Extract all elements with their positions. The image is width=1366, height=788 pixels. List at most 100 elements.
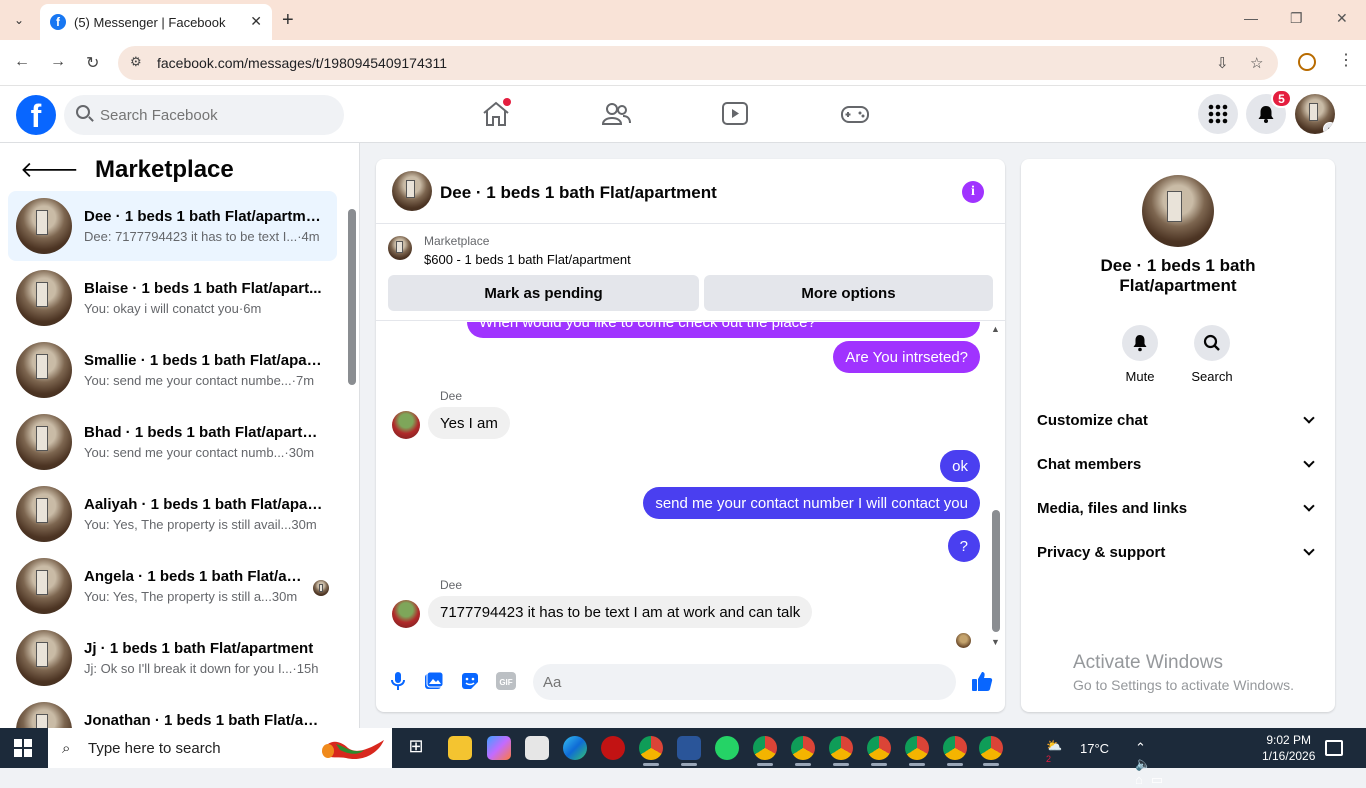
gif-icon[interactable]: GIF	[495, 670, 517, 692]
photo-icon[interactable]	[423, 670, 445, 692]
weather-icon[interactable]: ⛅2	[1046, 738, 1062, 770]
minimize-icon[interactable]: —	[1244, 10, 1258, 26]
whatsapp-icon[interactable]	[715, 736, 739, 760]
seen-avatar	[313, 580, 329, 596]
marketplace-label: Marketplace	[424, 234, 490, 248]
chat-members-section[interactable]: Chat members	[1037, 450, 1319, 478]
url-text[interactable]: facebook.com/messages/t/1980945409174311	[157, 55, 447, 71]
chrome-profile-icon[interactable]	[753, 736, 777, 766]
avatar[interactable]	[1142, 175, 1214, 247]
mark-as-pending-button[interactable]: Mark as pending	[388, 275, 699, 311]
copilot-icon[interactable]	[487, 736, 511, 760]
conversation-item[interactable]: Angela · 1 beds 1 bath Flat/ap... You: Y…	[8, 551, 337, 621]
message-input-field[interactable]	[533, 664, 956, 700]
chevron-down-icon: ▾	[1323, 122, 1335, 134]
chrome-profile-icon[interactable]	[905, 736, 929, 766]
temperature[interactable]: 17°C	[1080, 741, 1109, 756]
svg-text:GIF: GIF	[499, 678, 512, 687]
windows-start-icon[interactable]	[14, 739, 32, 757]
bookmark-star-icon[interactable]: ☆	[1250, 54, 1263, 72]
conversation-item[interactable]: Dee · 1 beds 1 bath Flat/apartment Dee: …	[8, 191, 337, 261]
chrome-profile-icon[interactable]	[829, 736, 853, 766]
message-bubble-outgoing: Are You intrseted?	[833, 341, 980, 373]
omnibox[interactable]: ⚙ facebook.com/messages/t/19809454091743…	[118, 46, 1278, 80]
conversation-item[interactable]: Jj · 1 beds 1 bath Flat/apartment Jj: Ok…	[8, 623, 337, 693]
conversation-item[interactable]: Blaise · 1 beds 1 bath Flat/apart... You…	[8, 263, 337, 333]
thumbs-up-icon[interactable]	[971, 670, 993, 692]
browser-menu-icon[interactable]: ⋮	[1338, 50, 1354, 70]
facebook-logo-icon[interactable]: f	[16, 95, 56, 135]
forward-arrow-icon[interactable]: →	[50, 53, 66, 71]
browser-profile-icon[interactable]	[1298, 53, 1316, 71]
customize-chat-section[interactable]: Customize chat	[1037, 406, 1319, 434]
taskbar-search-box[interactable]: ⌕ Type here to search	[48, 728, 392, 768]
conversation-item[interactable]: Smallie · 1 beds 1 bath Flat/apart... Yo…	[8, 335, 337, 405]
listing-title[interactable]: $600 - 1 beds 1 bath Flat/apartment	[424, 252, 631, 267]
scrollbar-thumb[interactable]	[348, 209, 356, 385]
new-tab-button[interactable]: +	[282, 9, 294, 32]
chrome-profile-icon[interactable]	[867, 736, 891, 766]
back-arrow-icon[interactable]: 🡐	[20, 157, 79, 183]
activate-windows-watermark: Activate Windows Go to Settings to activ…	[1073, 652, 1294, 693]
file-explorer-icon[interactable]	[448, 736, 472, 760]
video-icon[interactable]	[720, 100, 750, 128]
mute-label: Mute	[1125, 369, 1155, 384]
game-app-icon[interactable]	[601, 736, 625, 760]
window-close-icon[interactable]: ✕	[1336, 10, 1348, 27]
active-app-icon[interactable]	[677, 736, 701, 766]
page-scrollbar[interactable]	[1352, 88, 1366, 728]
notification-center-icon[interactable]	[1325, 740, 1343, 756]
message-scrollbar[interactable]: ▲ ▼	[989, 322, 1003, 652]
chat-details-panel: Dee · 1 beds 1 bath Flat/apartment Mute …	[1021, 159, 1335, 712]
friends-icon[interactable]	[601, 100, 631, 128]
windows-taskbar: ⌕ Type here to search ⊞ ⛅2 17°C ⌃🔈⌂▭ 9:0…	[0, 728, 1366, 787]
scroll-down-icon[interactable]: ▼	[991, 637, 1000, 647]
avatar[interactable]	[392, 411, 420, 439]
scrollbar-thumb[interactable]	[992, 510, 1000, 632]
site-info-icon[interactable]: ⚙	[130, 54, 142, 70]
listing-thumbnail[interactable]	[388, 236, 412, 260]
avatar[interactable]	[392, 171, 432, 211]
message-input[interactable]	[543, 671, 923, 693]
tab-search-chevron-icon[interactable]: ⌄	[6, 8, 32, 32]
message-list: When would you like to come check out th…	[376, 322, 1005, 652]
chevron-down-icon	[1303, 412, 1315, 424]
privacy-support-section[interactable]: Privacy & support	[1037, 538, 1319, 566]
menu-grid-icon[interactable]	[1198, 94, 1238, 134]
account-avatar[interactable]: ▾	[1295, 94, 1335, 134]
taskbar-clock[interactable]: 9:02 PM 1/16/2026	[1262, 732, 1315, 764]
restore-icon[interactable]: ❐	[1290, 10, 1303, 27]
browser-tab[interactable]: f (5) Messenger | Facebook ✕	[40, 4, 272, 40]
conversation-item[interactable]: Bhad · 1 beds 1 bath Flat/apartm... You:…	[8, 407, 337, 477]
edge-browser-icon[interactable]	[563, 736, 587, 760]
chat-title[interactable]: Dee · 1 beds 1 bath Flat/apartment	[440, 183, 717, 203]
gaming-icon[interactable]	[840, 100, 870, 128]
message-bubble-incoming: Yes I am	[428, 407, 510, 439]
sticker-icon[interactable]	[459, 670, 481, 692]
microsoft-store-icon[interactable]	[525, 736, 549, 760]
media-files-links-section[interactable]: Media, files and links	[1037, 494, 1319, 522]
chrome-profile-icon[interactable]	[791, 736, 815, 766]
info-icon[interactable]: i	[962, 181, 984, 203]
conversation-item[interactable]: Aaliyah · 1 beds 1 bath Flat/apart... Yo…	[8, 479, 337, 549]
task-view-icon[interactable]: ⊞	[404, 736, 428, 760]
conversation-item[interactable]: Jonathan · 1 beds 1 bath Flat/ap...	[8, 695, 337, 728]
chrome-profile-icon[interactable]	[943, 736, 967, 766]
more-options-button[interactable]: More options	[704, 275, 993, 311]
search-in-conversation-button[interactable]: Search	[1182, 325, 1242, 384]
clock-time: 9:02 PM	[1266, 733, 1312, 747]
reload-icon[interactable]: ↻	[86, 53, 99, 73]
facebook-search-input[interactable]	[100, 104, 320, 126]
sidebar-scrollbar[interactable]	[346, 193, 358, 723]
chrome-profile-icon[interactable]	[639, 736, 663, 766]
avatar[interactable]	[392, 600, 420, 628]
back-arrow-icon[interactable]: ←	[14, 53, 30, 71]
chrome-profile-icon[interactable]	[979, 736, 1003, 766]
tab-close-icon[interactable]: ✕	[250, 13, 262, 30]
scroll-up-icon[interactable]: ▲	[991, 324, 1000, 334]
microphone-icon[interactable]	[387, 670, 409, 692]
mute-button[interactable]: Mute	[1110, 325, 1170, 384]
install-app-icon[interactable]: ⇩	[1216, 54, 1229, 72]
facebook-search[interactable]	[64, 95, 344, 135]
tray-system-icons[interactable]: ⌃🔈⌂▭	[1135, 740, 1171, 788]
